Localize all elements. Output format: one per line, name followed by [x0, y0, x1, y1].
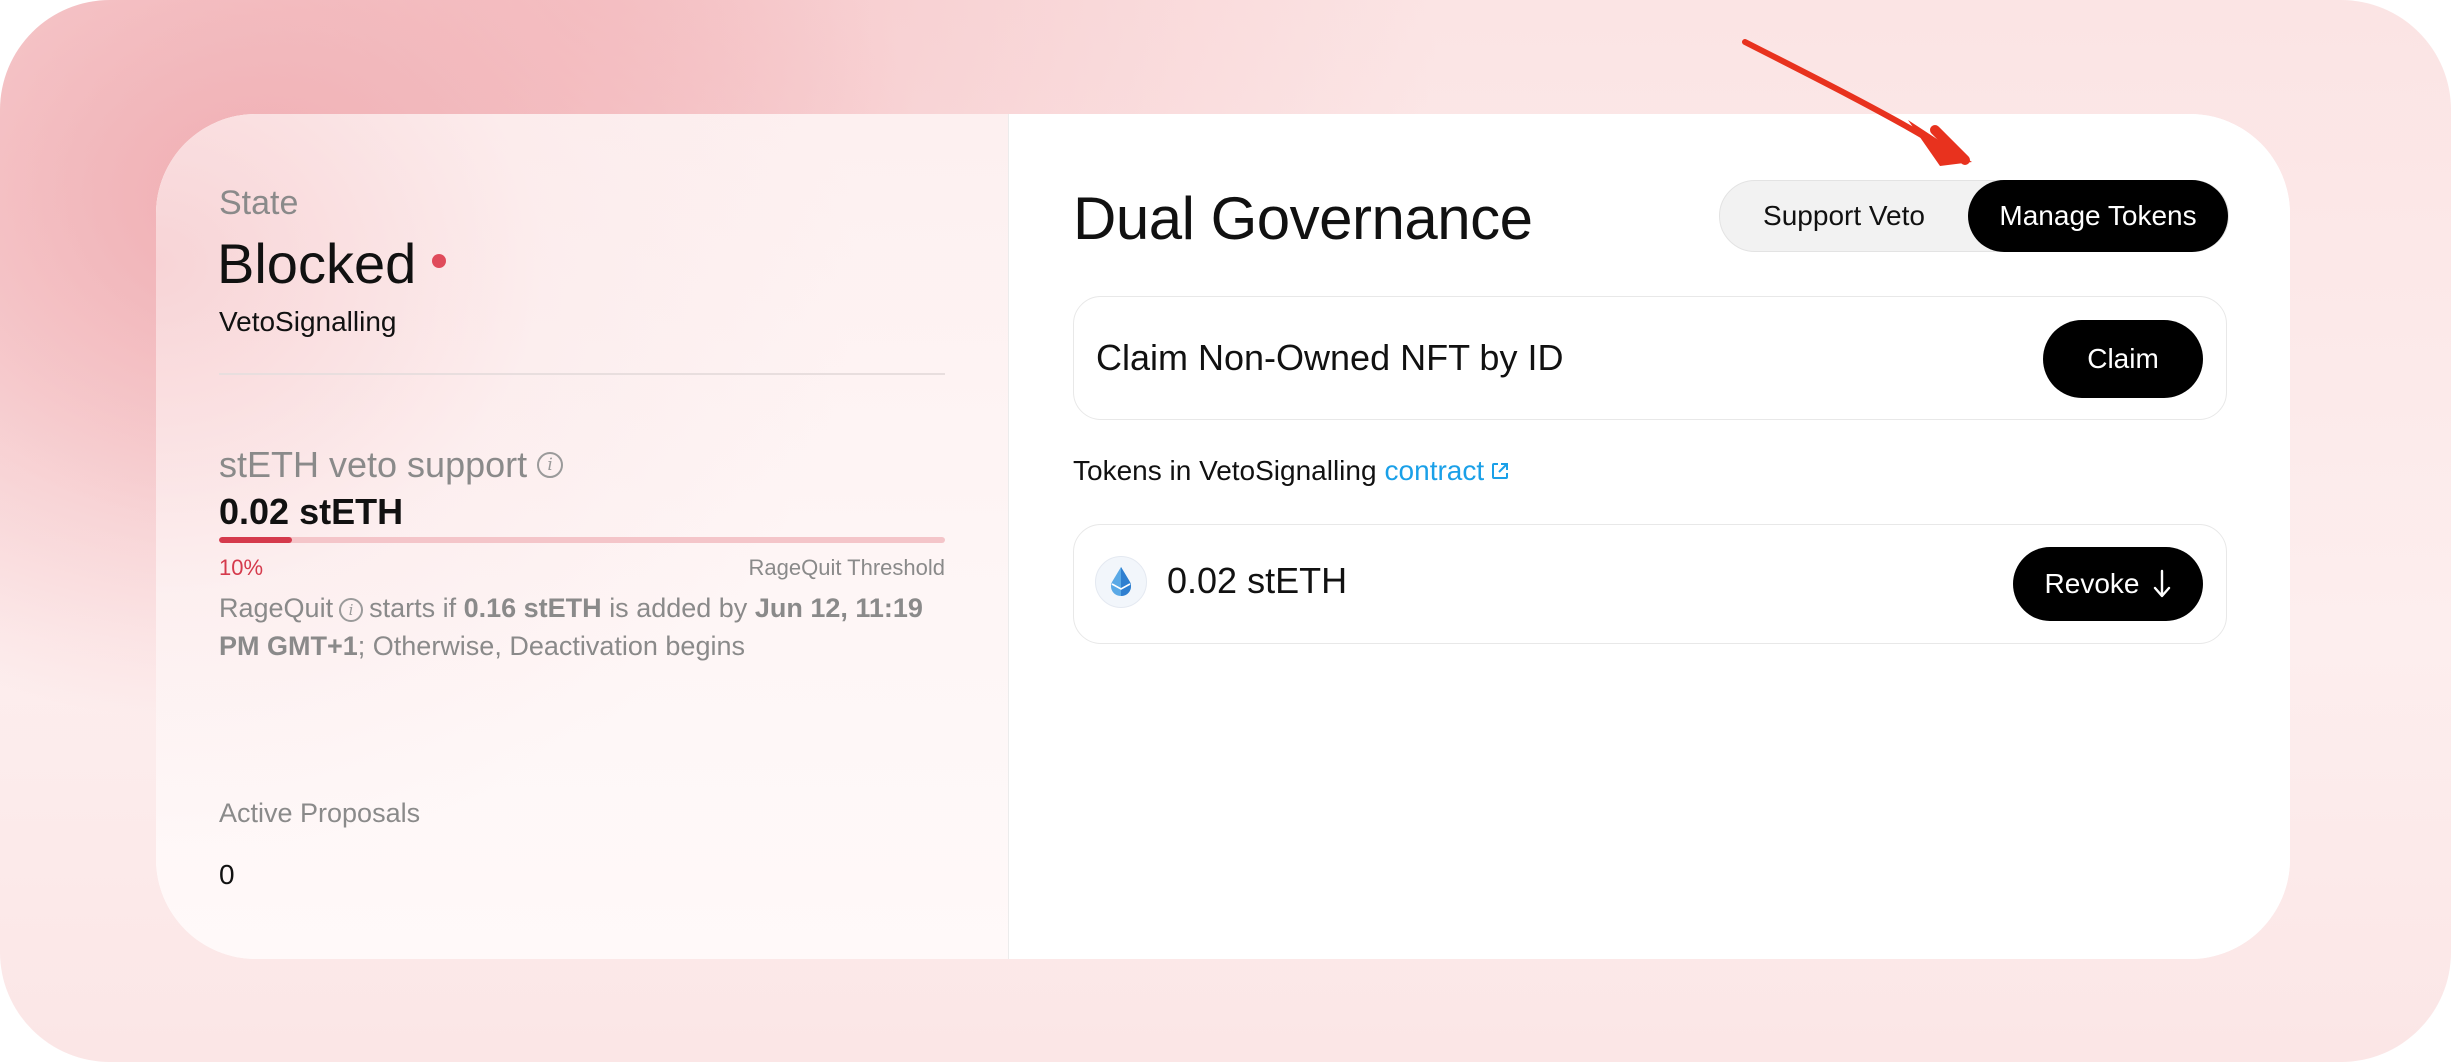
veto-percent: 10% [219, 555, 264, 580]
arrow-down-icon [2153, 569, 2171, 599]
claim-nft-label: Claim Non-Owned NFT by ID [1096, 337, 1564, 378]
active-proposals-value: 0 [219, 859, 235, 890]
ragequit-starts-if: starts if [369, 593, 457, 623]
veto-support-value: 0.02 stETH [219, 491, 404, 532]
ragequit-description: RageQuit i starts if 0.16 stETH is added b… [219, 589, 959, 665]
claim-button[interactable]: Claim [2043, 320, 2203, 398]
status-panel: State Blocked VetoSignalling stETH veto … [156, 114, 1009, 959]
active-proposals-label: Active Proposals [219, 798, 421, 828]
state-substate: VetoSignalling [219, 306, 397, 337]
token-amount: 0.02 stETH [1167, 560, 1348, 601]
state-label: State [219, 184, 299, 222]
ragequit-word: RageQuit [219, 593, 334, 623]
revoke-button-label: Revoke [2044, 568, 2140, 599]
info-icon[interactable]: i [339, 597, 364, 622]
revoke-button[interactable]: Revoke [2013, 547, 2203, 621]
divider [219, 373, 945, 375]
ragequit-threshold-label: RageQuit Threshold [748, 555, 946, 580]
ragequit-otherwise: ; Otherwise, Deactivation begins [357, 631, 745, 661]
tab-support-veto[interactable]: Support Veto [1719, 180, 1969, 252]
page-title: Dual Governance [1073, 185, 1533, 252]
steth-drop-icon [1095, 556, 1147, 608]
ragequit-amount: 0.16 stETH [463, 593, 602, 623]
external-link-icon [1492, 463, 1509, 479]
veto-support-label-text: stETH veto support [219, 444, 528, 485]
veto-progress-fill [219, 537, 292, 543]
tab-manage-tokens[interactable]: Manage Tokens [1968, 180, 2228, 252]
ragequit-added-by: is added by [609, 593, 748, 623]
state-value: Blocked [217, 231, 447, 296]
info-icon[interactable]: i [537, 452, 564, 478]
contract-link[interactable]: contract [1385, 455, 1511, 487]
veto-support-label: stETH veto support i [219, 444, 564, 486]
app-frame: State Blocked VetoSignalling stETH veto … [0, 0, 2451, 1062]
contract-link-text: contract [1384, 455, 1485, 486]
state-value-text: Blocked [217, 232, 417, 295]
veto-progress-bar [219, 537, 945, 543]
tokens-in-contract-text: Tokens in VetoSignalling [1073, 455, 1377, 486]
tokens-in-contract-line: Tokens in VetoSignalling contract [1073, 455, 1510, 487]
state-status-dot [432, 253, 447, 268]
